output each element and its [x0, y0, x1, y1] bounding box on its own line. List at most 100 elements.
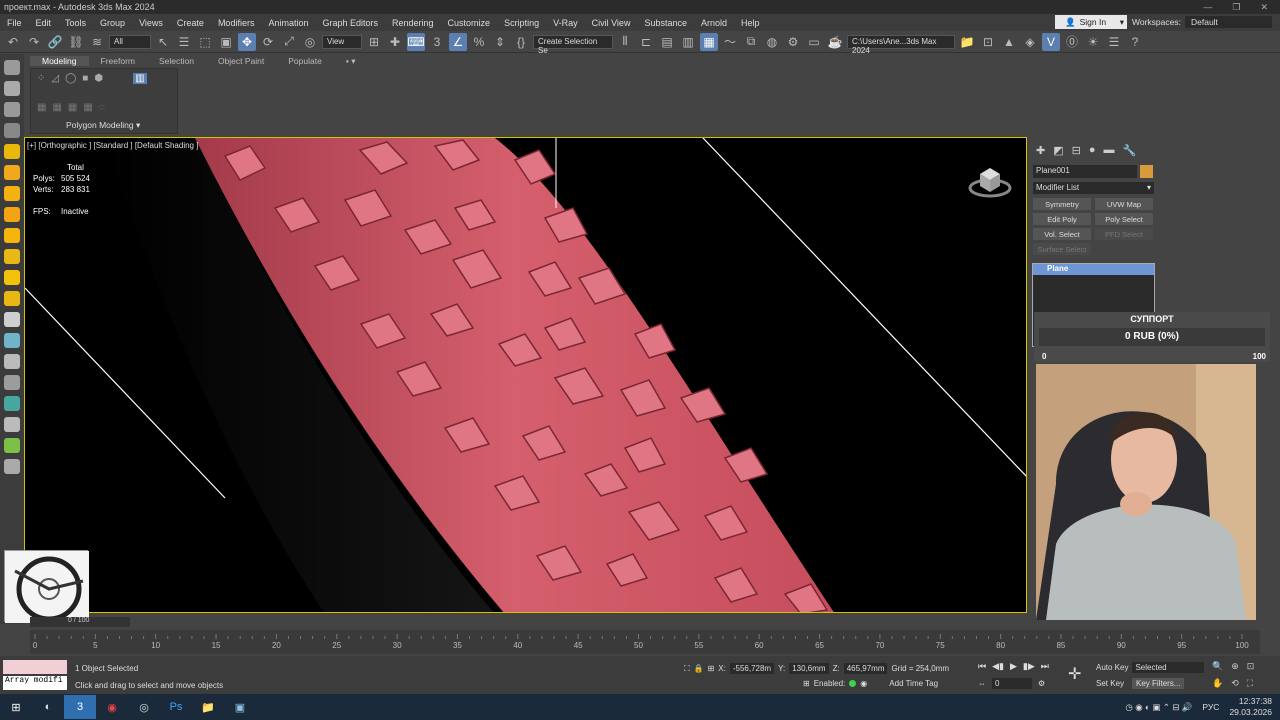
object-color-swatch[interactable] [1140, 165, 1153, 178]
time-tag-icon[interactable]: ◉ [860, 679, 867, 688]
move-icon[interactable]: ✥ [238, 32, 256, 51]
orbit-icon[interactable]: ⟲ [1231, 678, 1239, 689]
menu-edit[interactable]: Edit [29, 18, 59, 28]
rotate-view-icon[interactable] [4, 81, 20, 96]
time-slider[interactable]: 0 / 100 [30, 617, 130, 627]
edge-icon[interactable]: ◿ [51, 73, 59, 84]
windows-start-icon[interactable]: ⊞ [0, 695, 32, 719]
uvw-map-button[interactable]: UVW Map [1095, 198, 1153, 210]
tray-icons[interactable]: ◷ ◉ ◐ ▣ ⌃ ⊟ 🔊 [1125, 702, 1192, 713]
go-to-start-icon[interactable]: ⏮ [978, 661, 986, 672]
modify-tab-icon[interactable]: ◩ [1053, 144, 1063, 157]
next-frame-icon[interactable]: ▮▶ [1023, 661, 1035, 672]
transform-gizmo-icon[interactable]: ✚ [386, 33, 404, 51]
rendered-frame-icon[interactable]: ▭ [805, 33, 823, 51]
percent-snap-icon[interactable]: % [470, 33, 488, 51]
motion-tab-icon[interactable]: ● [1089, 144, 1096, 157]
surface-select-button[interactable]: Surface Select [1033, 243, 1091, 255]
undo-icon[interactable]: ↶ [4, 33, 22, 51]
add-time-tag[interactable]: Add Time Tag [889, 679, 938, 688]
taskbar-chrome-icon[interactable]: ◉ [96, 695, 128, 719]
selection-filter[interactable]: All [109, 34, 151, 49]
cloud-icon[interactable] [4, 165, 20, 180]
ribbon-options-icon[interactable]: ▪ ▾ [334, 56, 368, 67]
asset-tracking-icon[interactable]: ⊡ [979, 33, 997, 51]
x-field[interactable]: -556,728m [729, 663, 775, 674]
viewport-label[interactable]: [+] [Orthographic ] [Standard ] [Default… [27, 141, 198, 150]
angle-snap-icon[interactable]: ∠ [449, 32, 467, 51]
sign-in-dropdown[interactable]: 👤 Sign In ▾ [1055, 15, 1127, 29]
menu-modifiers[interactable]: Modifiers [211, 18, 262, 28]
maxscript-input[interactable] [3, 660, 67, 674]
polygon-modeling-label[interactable]: Polygon Modeling ▾ [66, 120, 140, 131]
light-icon[interactable] [4, 291, 20, 306]
bind-space-warp-icon[interactable]: ≋ [88, 33, 106, 51]
set-key-icon[interactable]: ✛ [1068, 664, 1081, 684]
place-icon[interactable]: ◎ [301, 33, 319, 51]
previous-frame-icon[interactable]: ◀▮ [992, 661, 1004, 672]
taskbar-app-icon[interactable]: ▣ [224, 695, 256, 719]
keyboard-shortcut-icon[interactable]: ⌨ [407, 32, 425, 51]
tab-modeling[interactable]: Modeling [30, 56, 89, 66]
sun-icon[interactable] [4, 270, 20, 285]
scale-icon[interactable]: ⤢ [280, 33, 298, 51]
lock-icon[interactable]: 🔒 [694, 664, 704, 673]
hierarchy-tab-icon[interactable]: ⊟ [1072, 144, 1081, 157]
menu-graph-editors[interactable]: Graph Editors [315, 18, 385, 28]
dots-icon[interactable] [4, 438, 20, 453]
enabled-indicator[interactable] [849, 680, 857, 687]
object-name-field[interactable]: Plane001 [1033, 165, 1137, 178]
pfd-select-button[interactable]: PFD Select [1095, 228, 1153, 240]
arnold-render-icon[interactable]: ▲ [1000, 33, 1018, 51]
taskbar-widget-icon[interactable]: ◐ [32, 695, 64, 719]
symmetry-button[interactable]: Symmetry [1033, 198, 1091, 210]
viewcube-icon[interactable] [968, 160, 1012, 200]
spinner-snap-icon[interactable]: ⇕ [491, 33, 509, 51]
menu-scripting[interactable]: Scripting [497, 18, 546, 28]
vray-toolbar-icon[interactable]: ☰ [1105, 33, 1123, 51]
schematic-view-icon[interactable]: ⧉ [742, 33, 760, 51]
box-icon[interactable] [4, 312, 20, 327]
key-mode-icon[interactable]: ⇔ [978, 679, 986, 688]
globe-icon[interactable] [4, 333, 20, 348]
ribbon-tool-3-icon[interactable]: ▦ [68, 102, 77, 113]
menu-substance[interactable]: Substance [637, 18, 694, 28]
render-view-icon[interactable] [4, 102, 20, 117]
vray-frame-buffer-icon[interactable]: V [1042, 32, 1060, 51]
ribbon-tool-5-icon[interactable]: ◌ [99, 102, 105, 113]
zoom-extents-icon[interactable]: ⊡ [1247, 661, 1255, 672]
menu-tools[interactable]: Tools [58, 18, 93, 28]
tab-populate[interactable]: Populate [276, 56, 334, 66]
redo-icon[interactable]: ↷ [25, 33, 43, 51]
isolate-icon[interactable]: ⛶ [684, 664, 690, 674]
ribbon-tool-4-icon[interactable]: ▦ [83, 102, 92, 113]
create-tab-icon[interactable]: ✚ [1036, 144, 1045, 157]
utilities-tab-icon[interactable]: 🔧 [1123, 144, 1137, 157]
border-icon[interactable]: ◯ [65, 73, 76, 84]
reference-coordinate-select[interactable]: View [322, 34, 362, 49]
ribbon-tool-2-icon[interactable]: ▦ [52, 102, 61, 113]
toggle-ribbon-icon[interactable]: ▦ [700, 32, 718, 51]
vol-select-button[interactable]: Vol. Select [1033, 228, 1091, 240]
play-icon[interactable]: ▶ [1010, 661, 1017, 672]
element-icon[interactable]: ⬢ [94, 73, 103, 84]
layers-icon[interactable] [4, 123, 20, 138]
edit-named-sets-icon[interactable]: {} [512, 33, 530, 51]
align-icon[interactable]: ⊏ [637, 33, 655, 51]
taskbar-3dsmax-icon[interactable]: 3 [64, 695, 96, 719]
clock[interactable]: 12:37:38 29.03.2026 [1229, 696, 1272, 718]
selection-lock-icon[interactable]: ⊞ [803, 679, 810, 688]
minimize-icon[interactable]: — [1203, 2, 1212, 13]
menu-vray[interactable]: V-Ray [546, 18, 585, 28]
rect-selection-icon[interactable]: ⬚ [196, 33, 214, 51]
hand-icon[interactable] [4, 249, 20, 264]
polygon-icon[interactable]: ■ [82, 73, 88, 84]
tab-freeform[interactable]: Freeform [89, 56, 147, 66]
material-editor-icon[interactable]: ◍ [763, 33, 781, 51]
maximize-icon[interactable]: ❐ [1232, 2, 1240, 13]
pivot-icon[interactable]: ⊞ [365, 33, 383, 51]
unlink-icon[interactable]: ⛓ [67, 33, 85, 51]
link-icon[interactable]: 🔗 [46, 33, 64, 51]
edit-poly-button[interactable]: Edit Poly [1033, 213, 1091, 225]
curve-editor-icon[interactable]: 〜 [721, 33, 739, 51]
